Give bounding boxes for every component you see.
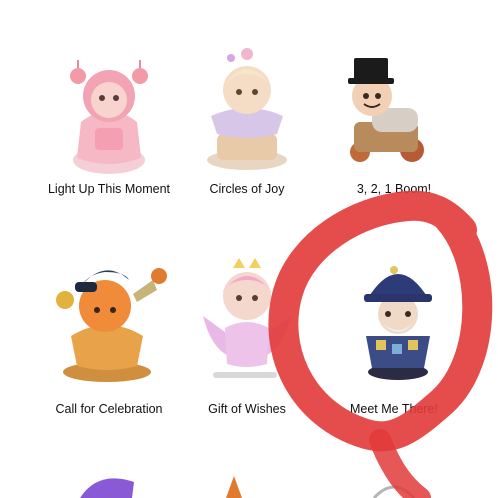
figure-label: Circles of Joy (209, 182, 285, 196)
fairy-girl-figure-icon (203, 258, 291, 378)
trumpet-boy-figure-icon (56, 268, 167, 382)
partial-figure-icon (80, 478, 134, 498)
figure-label: 3, 2, 1 Boom! (356, 182, 432, 196)
carousel-rider-figure-icon (207, 48, 287, 170)
figure-label: Meet Me There! (349, 402, 438, 416)
wizard-hat-figure-icon (364, 266, 432, 380)
pink-lantern-girl-figure-icon (70, 60, 148, 174)
figure-card-gift-of-wishes[interactable]: Gift of Wishes (167, 240, 327, 460)
figure-card-3-2-1-boom[interactable]: 3, 2, 1 Boom! (314, 30, 474, 250)
top-hat-cannon-figure-icon (348, 58, 424, 162)
figure-card-meet-me-there[interactable]: Meet Me There! (314, 240, 474, 460)
partial-party-hat-icon (226, 476, 242, 498)
figure-label: Gift of Wishes (208, 402, 286, 416)
figure-card-circles-of-joy[interactable]: Circles of Joy (167, 30, 327, 250)
figure-label: Light Up This Moment (47, 182, 171, 196)
figure-label: Call for Celebration (55, 402, 163, 416)
figure-card-light-up-this-moment[interactable]: Light Up This Moment (29, 30, 189, 250)
partial-keychain-ring-icon (372, 485, 416, 498)
figure-card-call-for-celebration[interactable]: Call for Celebration (29, 240, 189, 460)
